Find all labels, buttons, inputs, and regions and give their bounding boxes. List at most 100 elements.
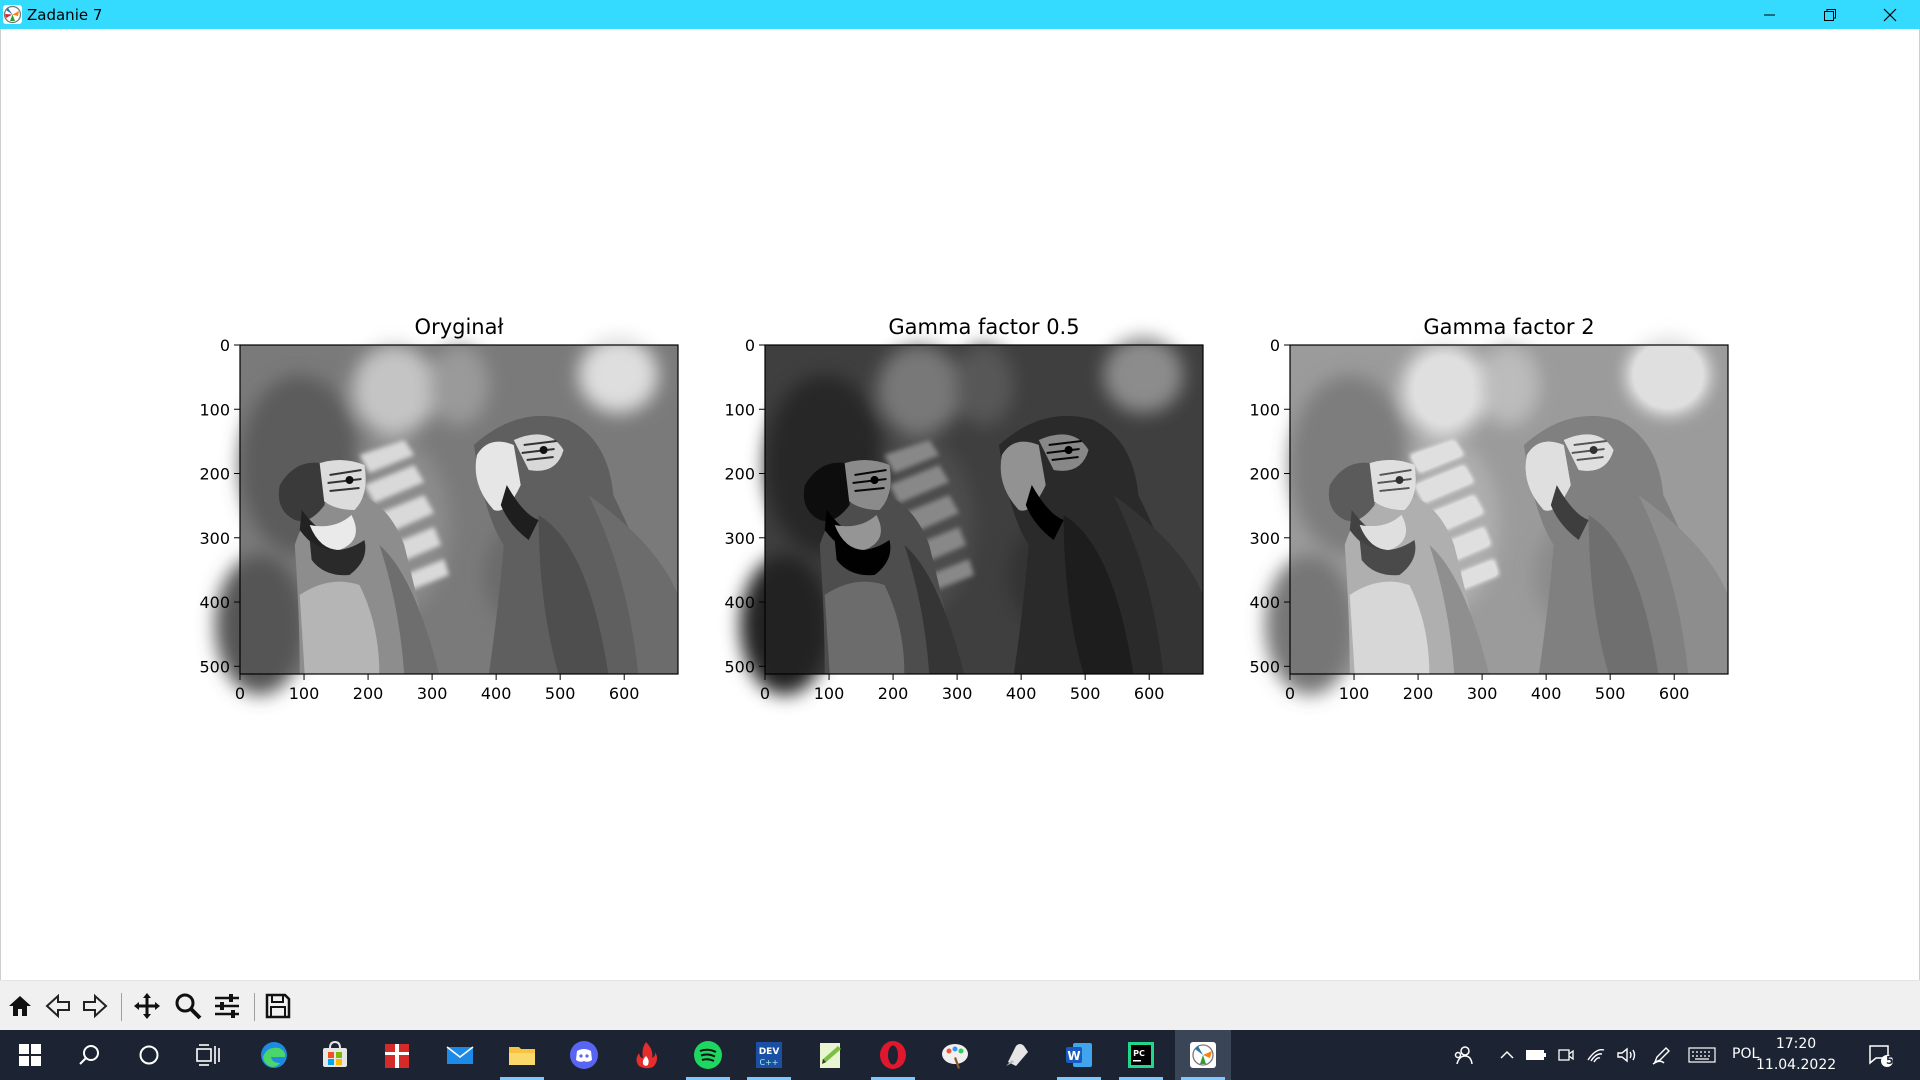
x-tick-label: 600 xyxy=(1134,684,1165,703)
toolbar-separator xyxy=(121,993,122,1021)
y-tick-label: 300 xyxy=(199,529,230,548)
subplot-title: Oryginał xyxy=(415,315,504,339)
subplot-1: Oryginał 0 100 200 300 400 500 0 100 200 300 400 500… xyxy=(199,315,678,703)
pycharm-app[interactable]: PC xyxy=(1113,1030,1169,1080)
notifications-icon[interactable]: 5 xyxy=(1852,1030,1908,1080)
navigation-toolbar xyxy=(0,980,1920,1031)
opera-app[interactable] xyxy=(865,1030,921,1080)
x-tick-label: 0 xyxy=(235,684,245,703)
start-button[interactable] xyxy=(2,1030,58,1080)
store-app[interactable] xyxy=(307,1030,363,1080)
battery-icon[interactable] xyxy=(1522,1030,1550,1080)
x-tick-label: 400 xyxy=(1006,684,1037,703)
system-clock[interactable]: 17:20 11.04.2022 xyxy=(1756,1034,1836,1076)
cortana-icon[interactable] xyxy=(121,1030,177,1080)
x-tick-label: 200 xyxy=(1403,684,1434,703)
y-tick-label: 500 xyxy=(1249,657,1280,676)
keyboard-icon[interactable] xyxy=(1684,1030,1720,1080)
clock-date: 11.04.2022 xyxy=(1756,1057,1837,1073)
y-tick-label: 0 xyxy=(220,336,230,355)
subplot-title: Gamma factor 0.5 xyxy=(888,315,1079,339)
y-tick-label: 300 xyxy=(724,529,755,548)
matplotlib-figure-app[interactable] xyxy=(1175,1030,1231,1080)
toolbar-separator xyxy=(254,993,255,1021)
window-title: Zadanie 7 xyxy=(27,6,103,24)
x-tick-label: 0 xyxy=(760,684,770,703)
meet-now-icon[interactable] xyxy=(1552,1030,1580,1080)
y-tick-label: 500 xyxy=(724,657,755,676)
wifi-icon[interactable] xyxy=(1582,1030,1610,1080)
people-icon[interactable] xyxy=(1435,1030,1491,1080)
x-tick-label: 200 xyxy=(878,684,909,703)
parrot-image xyxy=(215,337,678,695)
task-view-icon[interactable] xyxy=(180,1030,236,1080)
x-tick-label: 200 xyxy=(353,684,384,703)
spotify-app[interactable] xyxy=(680,1030,736,1080)
x-tick-label: 100 xyxy=(1339,684,1370,703)
x-tick-label: 600 xyxy=(609,684,640,703)
notepad-plus-app[interactable] xyxy=(803,1030,859,1080)
y-tick-label: 100 xyxy=(724,400,755,419)
gift-app[interactable] xyxy=(369,1030,425,1080)
x-tick-label: 300 xyxy=(1467,684,1498,703)
inkscape-app[interactable] xyxy=(989,1030,1045,1080)
parrot-image xyxy=(1265,337,1728,695)
zoom-icon[interactable] xyxy=(171,989,205,1023)
close-button[interactable] xyxy=(1860,0,1920,29)
y-tick-label: 400 xyxy=(1249,593,1280,612)
mail-app[interactable] xyxy=(432,1030,488,1080)
configure-subplots-icon[interactable] xyxy=(210,989,244,1023)
paint-app[interactable] xyxy=(927,1030,983,1080)
word-app[interactable]: W xyxy=(1051,1030,1107,1080)
x-tick-label: 300 xyxy=(417,684,448,703)
y-tick-label: 500 xyxy=(199,657,230,676)
y-tick-label: 200 xyxy=(1249,465,1280,484)
flame-app[interactable] xyxy=(618,1030,674,1080)
figure-left-border xyxy=(0,29,1,980)
y-tick-label: 200 xyxy=(724,465,755,484)
file-explorer-app[interactable] xyxy=(494,1030,550,1080)
restore-button[interactable] xyxy=(1800,0,1860,29)
x-tick-label: 100 xyxy=(289,684,320,703)
save-icon[interactable] xyxy=(261,989,295,1023)
y-tick-label: 0 xyxy=(745,336,755,355)
y-tick-label: 400 xyxy=(199,593,230,612)
minimize-button[interactable] xyxy=(1740,0,1800,29)
notification-count: 5 xyxy=(1886,1054,1894,1067)
y-tick-label: 100 xyxy=(1249,400,1280,419)
edge-app[interactable] xyxy=(246,1030,302,1080)
back-arrow-icon[interactable] xyxy=(41,989,75,1023)
x-tick-label: 400 xyxy=(1531,684,1562,703)
pan-icon[interactable] xyxy=(130,989,164,1023)
volume-icon[interactable] xyxy=(1612,1030,1642,1080)
svg-text:W: W xyxy=(1067,1049,1080,1063)
figure-app-icon xyxy=(3,5,22,24)
home-icon[interactable] xyxy=(3,989,37,1023)
figure-canvas[interactable]: Oryginał 0 100 200 300 400 500 0 100 200 300 400 500… xyxy=(0,29,1920,980)
clock-time: 17:20 xyxy=(1775,1036,1817,1052)
x-tick-label: 100 xyxy=(814,684,845,703)
svg-text:PC: PC xyxy=(1133,1049,1145,1058)
y-tick-label: 400 xyxy=(724,593,755,612)
parrot-image xyxy=(740,337,1203,695)
chevron-up-icon[interactable] xyxy=(1494,1030,1520,1080)
discord-app[interactable] xyxy=(556,1030,612,1080)
x-tick-label: 300 xyxy=(942,684,973,703)
svg-text:C++: C++ xyxy=(760,1058,779,1067)
x-tick-label: 500 xyxy=(1070,684,1101,703)
forward-arrow-icon[interactable] xyxy=(78,989,112,1023)
pen-icon[interactable] xyxy=(1647,1030,1677,1080)
x-tick-label: 0 xyxy=(1285,684,1295,703)
subplot-2: Gamma factor 0.5 0 100 200 300 400 500 0 100 200 3… xyxy=(724,315,1203,703)
subplot-title: Gamma factor 2 xyxy=(1423,315,1594,339)
x-tick-label: 500 xyxy=(1595,684,1626,703)
title-bar: Zadanie 7 xyxy=(0,0,1920,29)
search-icon[interactable] xyxy=(61,1030,117,1080)
y-tick-label: 100 xyxy=(199,400,230,419)
y-tick-label: 300 xyxy=(1249,529,1280,548)
subplot-3: Gamma factor 2 0 100 200 300 400 500 0 100 200 300… xyxy=(1249,315,1728,703)
dev-cpp-app[interactable]: DEV C++ xyxy=(741,1030,797,1080)
y-tick-label: 200 xyxy=(199,465,230,484)
x-tick-label: 400 xyxy=(481,684,512,703)
taskbar: DEV C++ W PC POL 5 xyxy=(0,1030,1920,1080)
